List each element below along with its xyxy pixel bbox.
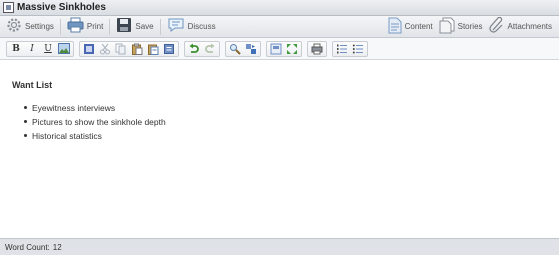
content-label: Content [404,22,433,31]
paste-text-button[interactable] [146,42,160,56]
discuss-label: Discuss [187,22,216,31]
document-icon [388,17,402,37]
bulleted-list: Eyewitness interviews Pictures to show t… [24,101,166,143]
table-icon [84,43,94,54]
find-button[interactable] [228,42,242,56]
paste-word-button[interactable] [162,42,176,56]
app-icon [3,2,14,13]
print-button[interactable]: Print [64,17,106,37]
redo-icon [205,43,215,53]
replace-icon [246,43,256,54]
replace-button[interactable] [244,42,258,56]
printer-icon [67,17,84,36]
save-button[interactable]: Save [113,17,156,37]
print-doc-button[interactable] [310,42,324,56]
copy-icon [115,43,126,54]
settings-button[interactable]: Settings [3,17,57,37]
insert-image-button[interactable] [57,42,71,56]
format-toolbar: B I U [0,38,559,60]
find-replace-group [225,40,261,57]
italic-button[interactable]: I [25,42,39,56]
list-item: Historical statistics [24,129,166,143]
printer-icon [311,43,323,54]
discuss-button[interactable]: Discuss [164,17,219,37]
floppy-disk-icon [116,17,132,36]
title-bar: Massive Sinkholes [0,0,559,16]
undo-icon [189,43,199,53]
image-icon [58,43,70,54]
stories-tab[interactable]: Stories [436,17,486,37]
copy-button[interactable] [114,42,128,56]
bulleted-list-button[interactable] [351,42,365,56]
underline-button[interactable]: U [41,42,55,56]
word-count-value: 12 [52,242,62,252]
text-style-group: B I U [6,40,74,57]
window-title: Massive Sinkholes [17,2,106,13]
redo-button[interactable] [203,42,217,56]
list-item: Eyewitness interviews [24,101,166,115]
table-button[interactable] [82,42,96,56]
settings-label: Settings [25,22,54,31]
maximize-icon [287,43,297,54]
scissors-icon [100,43,110,54]
undo-redo-group [184,40,220,57]
cut-button[interactable] [98,42,112,56]
numbered-list-icon [337,44,347,53]
blocks-icon [270,43,282,54]
documents-stack-icon [439,17,455,37]
print-group [307,40,327,57]
print-label: Print [86,22,104,31]
stories-label: Stories [457,22,483,31]
toolbar-divider [109,18,111,35]
speech-bubble-icon [167,17,185,36]
show-blocks-button[interactable] [269,42,283,56]
paperclip-icon [488,16,505,36]
paste-text-icon [148,44,159,55]
paste-button[interactable] [130,42,144,56]
attachments-tab[interactable]: Attachments [486,16,555,37]
view-tools-group [266,40,302,57]
save-label: Save [135,22,154,31]
editor-area[interactable]: Want List Eyewitness interviews Pictures… [0,61,559,238]
numbered-list-button[interactable] [335,42,349,56]
paste-word-icon [164,43,174,54]
list-group [332,40,368,57]
content-tab[interactable]: Content [385,17,436,37]
bulleted-list-icon [352,44,363,53]
magnifier-icon [230,43,241,55]
word-count-label: Word Count: [5,242,50,252]
main-toolbar: Settings Print Save Discuss Content Stor… [0,16,559,38]
attachments-label: Attachments [507,22,552,31]
document-heading: Want List [12,80,53,90]
undo-button[interactable] [187,42,201,56]
gear-icon [6,17,22,36]
bold-button[interactable]: B [9,42,23,56]
toolbar-divider [159,18,161,35]
clipboard-icon [132,43,143,55]
view-switcher: Content Stories Attachments [385,16,559,37]
maximize-button[interactable] [285,42,299,56]
status-bar: Word Count: 12 [0,238,559,255]
toolbar-divider [59,18,61,35]
list-item: Pictures to show the sinkhole depth [24,115,166,129]
clipboard-group [79,40,179,57]
